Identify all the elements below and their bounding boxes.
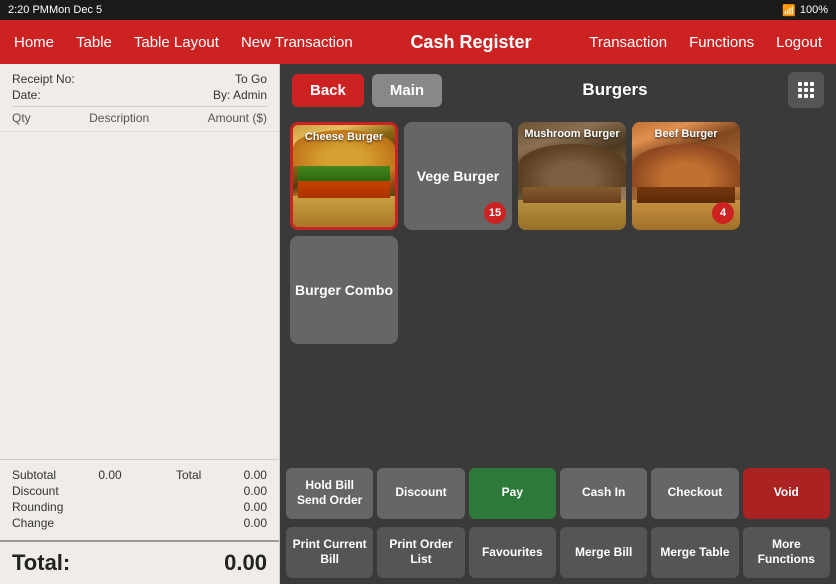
product-cheese-burger[interactable]: Cheese Burger (290, 122, 398, 230)
receipt-total: Total: 0.00 (0, 540, 279, 584)
receipt-body (0, 132, 279, 459)
nav-home[interactable]: Home (12, 30, 56, 55)
mushroom-burger-name: Mushroom Burger (518, 128, 626, 140)
print-order-list-button[interactable]: Print Order List (377, 527, 464, 578)
amount-col-header: Amount ($) (208, 111, 267, 125)
receipt-header: Receipt No: To Go Date: By: Admin Qty De… (0, 64, 279, 132)
change-value: 0.00 (244, 516, 267, 530)
subtotal-label: Subtotal (12, 468, 56, 482)
rounding-label: Rounding (12, 500, 63, 514)
hold-bill-send-order-button[interactable]: Hold Bill Send Order (286, 468, 373, 519)
nav-right: Transaction Functions Logout (587, 30, 824, 55)
merge-bill-button[interactable]: Merge Bill (560, 527, 647, 578)
products-grid: Cheese Burger Vege Burger 15 Mushroom Bu… (280, 116, 836, 464)
rounding-value: 0.00 (244, 500, 267, 514)
main-button[interactable]: Main (372, 74, 442, 107)
scan-icon (796, 80, 816, 100)
total-label-side: Total (176, 468, 201, 482)
by-admin-label: By: Admin (213, 88, 267, 102)
product-beef-burger[interactable]: Beef Burger 4 (632, 122, 740, 230)
nav-functions[interactable]: Functions (687, 30, 756, 55)
battery-status: 100% (800, 4, 828, 16)
merge-table-button[interactable]: Merge Table (651, 527, 738, 578)
nav-table[interactable]: Table (74, 30, 114, 55)
checkout-button[interactable]: Checkout (651, 468, 738, 519)
status-bar: 2:20 PM Mon Dec 5 📶 100% (0, 0, 836, 20)
receipt-footer: Subtotal 0.00 Total 0.00 Discount 0.00 R… (0, 459, 279, 540)
date-label: Date: (12, 88, 41, 102)
right-panel: Back Main Burgers (280, 64, 836, 584)
nav-left: Home Table Table Layout New Transaction (12, 30, 355, 55)
burger-combo-name: Burger Combo (295, 282, 393, 298)
receipt-no-label: Receipt No: (12, 72, 75, 86)
to-go-label: To Go (235, 72, 267, 86)
beef-burger-badge: 4 (712, 202, 734, 224)
subtotal-value: 0.00 (98, 468, 121, 482)
favourites-button[interactable]: Favourites (469, 527, 556, 578)
nav-title: Cash Register (355, 32, 588, 53)
category-header: Back Main Burgers (280, 64, 836, 116)
void-button[interactable]: Void (743, 468, 830, 519)
scan-icon-button[interactable] (788, 72, 824, 108)
back-button[interactable]: Back (292, 74, 364, 107)
receipt-panel: Receipt No: To Go Date: By: Admin Qty De… (0, 64, 280, 584)
nav-table-layout[interactable]: Table Layout (132, 30, 221, 55)
nav-bar: Home Table Table Layout New Transaction … (0, 20, 836, 64)
action-buttons-row: Hold Bill Send Order Discount Pay Cash I… (280, 464, 836, 523)
status-time: 2:20 PM (8, 4, 49, 16)
cash-in-button[interactable]: Cash In (560, 468, 647, 519)
nav-new-transaction[interactable]: New Transaction (239, 30, 355, 55)
main-layout: Receipt No: To Go Date: By: Admin Qty De… (0, 64, 836, 584)
change-label: Change (12, 516, 54, 530)
wifi-icon: 📶 (782, 4, 796, 17)
more-functions-button[interactable]: More Functions (743, 527, 830, 578)
category-title: Burgers (450, 80, 780, 100)
discount-value: 0.00 (244, 484, 267, 498)
product-mushroom-burger[interactable]: Mushroom Burger (518, 122, 626, 230)
vege-burger-badge: 15 (484, 202, 506, 224)
cheese-burger-name: Cheese Burger (293, 131, 395, 143)
discount-button[interactable]: Discount (377, 468, 464, 519)
qty-col-header: Qty (12, 111, 31, 125)
total-amount: 0.00 (224, 550, 267, 576)
nav-logout[interactable]: Logout (774, 30, 824, 55)
discount-label: Discount (12, 484, 59, 498)
total-label: Total: (12, 550, 70, 576)
status-date: Mon Dec 5 (49, 4, 102, 16)
beef-burger-name: Beef Burger (632, 128, 740, 140)
product-burger-combo[interactable]: Burger Combo (290, 236, 398, 344)
vege-burger-name: Vege Burger (417, 168, 499, 184)
bottom-buttons-row: Print Current Bill Print Order List Favo… (280, 523, 836, 584)
nav-transaction[interactable]: Transaction (587, 30, 669, 55)
desc-col-header: Description (89, 111, 149, 125)
total-value-side: 0.00 (244, 468, 267, 482)
print-current-bill-button[interactable]: Print Current Bill (286, 527, 373, 578)
pay-button[interactable]: Pay (469, 468, 556, 519)
product-vege-burger[interactable]: Vege Burger 15 (404, 122, 512, 230)
